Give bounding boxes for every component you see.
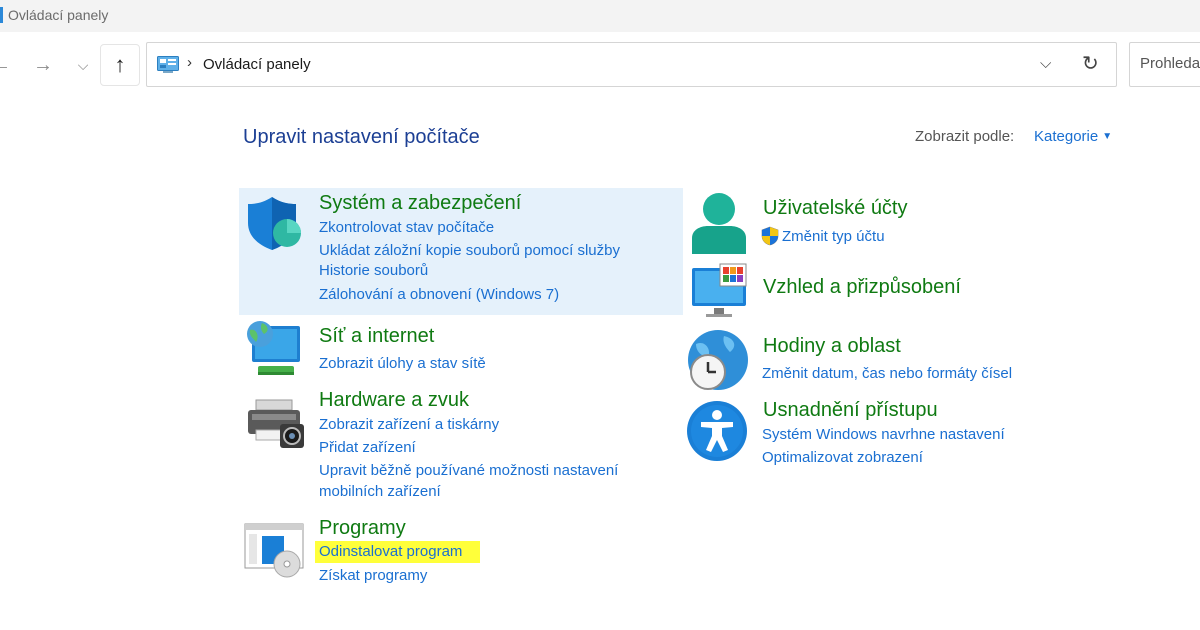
forward-arrow-icon[interactable]: →: [28, 52, 58, 78]
category-heading-system[interactable]: Systém a zabezpečení: [319, 192, 521, 215]
shield-icon: [248, 197, 301, 250]
user-icon: [692, 193, 746, 254]
category-heading-accounts[interactable]: Uživatelské účty: [763, 197, 908, 220]
link-optimize-display[interactable]: Optimalizovat zobrazení: [762, 449, 923, 466]
accessibility-icon: [687, 401, 747, 461]
link-devices-printers[interactable]: Zobrazit zařízení a tiskárny: [319, 416, 499, 433]
link-mobility-settings[interactable]: Upravit běžně používané možnosti nastave…: [319, 462, 618, 479]
category-heading-network[interactable]: Síť a internet: [319, 325, 434, 348]
network-monitor-icon: [247, 321, 300, 375]
back-arrow-icon[interactable]: ←: [0, 52, 16, 78]
title-bar: Ovládací panely: [0, 0, 1200, 32]
refresh-icon[interactable]: ↻: [1082, 51, 1099, 76]
category-heading-access[interactable]: Usnadnění přístupu: [763, 399, 938, 422]
up-arrow-icon[interactable]: ↑: [100, 44, 140, 86]
address-bar[interactable]: › Ovládací panely ⌵ ↻: [146, 42, 1117, 87]
breadcrumb-control-panel[interactable]: Ovládací panely: [203, 56, 311, 73]
category-heading-appearance[interactable]: Vzhled a přizpůsobení: [763, 276, 961, 299]
printer-camera-icon: [248, 399, 304, 448]
breadcrumb-separator-icon: ›: [187, 54, 192, 71]
appearance-monitor-icon: [692, 263, 747, 317]
view-by-value: Kategorie: [1034, 128, 1099, 145]
search-box[interactable]: [1129, 42, 1200, 87]
link-file-history[interactable]: Historie souborů: [319, 262, 428, 279]
link-change-account-type[interactable]: Změnit typ účtu: [782, 228, 885, 245]
link-get-programs[interactable]: Získat programy: [319, 567, 427, 584]
category-heading-clock[interactable]: Hodiny a oblast: [763, 335, 901, 358]
uninstall-program-label: Odinstalovat program: [315, 541, 481, 563]
view-by-dropdown[interactable]: Kategorie ▼: [1034, 128, 1112, 145]
link-uninstall-program[interactable]: Odinstalovat program: [315, 541, 481, 563]
link-check-computer-status[interactable]: Zkontrolovat stav počítače: [319, 219, 494, 236]
dropdown-caret-icon: ▼: [1102, 131, 1113, 142]
link-file-backup-service[interactable]: Ukládat záložní kopie souborů pomocí slu…: [319, 242, 620, 259]
search-input[interactable]: [1140, 55, 1200, 72]
window-title: Ovládací panely: [8, 7, 109, 23]
recent-locations-chevron-icon[interactable]: ⌵: [68, 52, 98, 78]
globe-clock-icon: [688, 330, 748, 390]
uac-shield-icon: [761, 226, 779, 246]
address-dropdown-chevron-icon[interactable]: ⌵: [1040, 55, 1051, 72]
link-mobility-settings-cont[interactable]: mobilních zařízení: [319, 483, 441, 500]
category-heading-hardware[interactable]: Hardware a zvuk: [319, 389, 469, 412]
link-add-device[interactable]: Přidat zařízení: [319, 439, 416, 456]
page-title: Upravit nastavení počítače: [243, 126, 480, 148]
programs-disc-icon: [244, 523, 304, 578]
navigation-toolbar: ← → ⌵ ↑ › Ovládací panely ⌵ ↻: [0, 32, 1200, 98]
link-change-date-time-format[interactable]: Změnit datum, čas nebo formáty čísel: [762, 365, 1012, 382]
view-by-label: Zobrazit podle:: [915, 128, 1015, 145]
app-icon: [0, 7, 3, 23]
link-backup-restore[interactable]: Zálohování a obnovení (Windows 7): [319, 286, 559, 303]
control-panel-icon: [157, 56, 179, 73]
link-network-status[interactable]: Zobrazit úlohy a stav sítě: [319, 355, 486, 372]
category-heading-programs[interactable]: Programy: [319, 517, 406, 540]
link-windows-suggest-settings[interactable]: Systém Windows navrhne nastavení: [762, 426, 1005, 443]
